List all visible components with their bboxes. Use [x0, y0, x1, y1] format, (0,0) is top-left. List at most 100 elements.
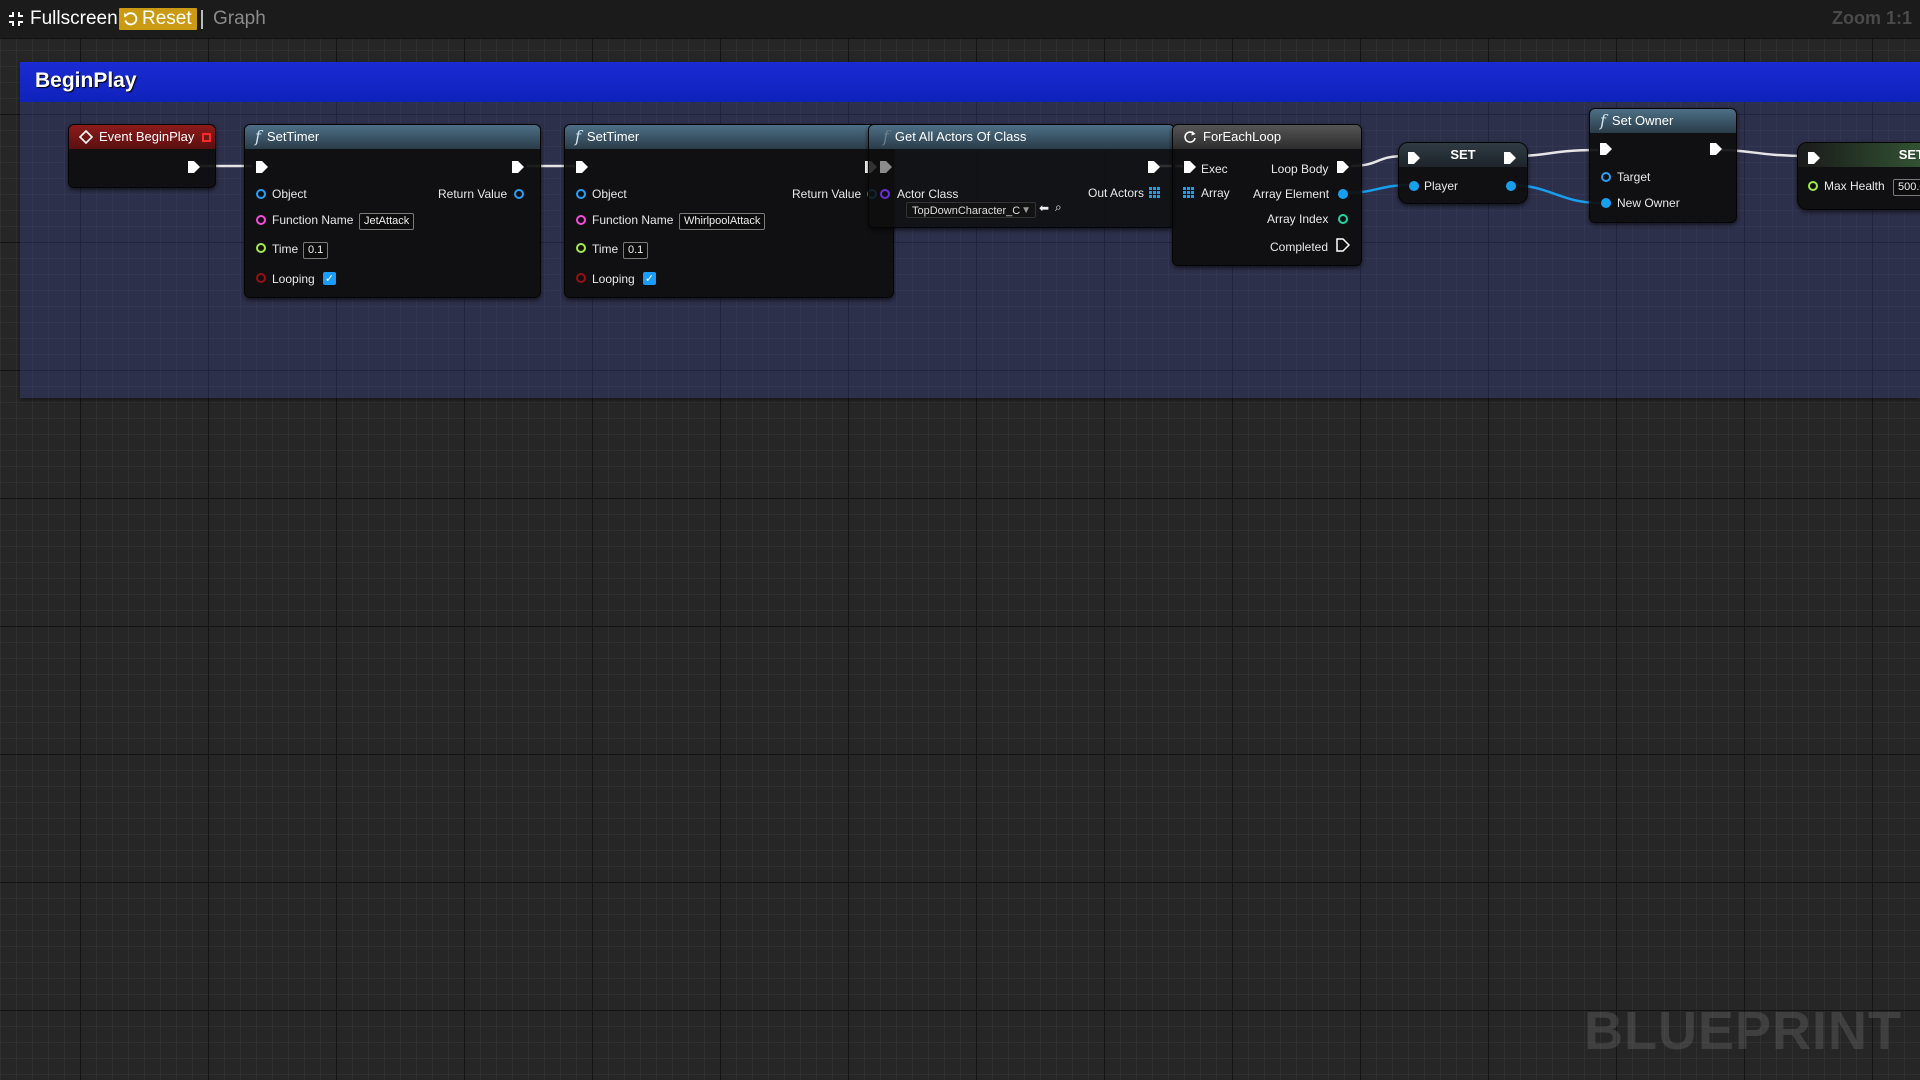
exec-out-pin[interactable] [511, 160, 525, 174]
exec-in-pin[interactable] [1183, 160, 1197, 174]
out-actors-label: Out Actors [1088, 186, 1145, 200]
return-value-label: Return Value [438, 187, 508, 201]
for-each-loop-header: ForEachLoop [1173, 125, 1361, 149]
array-index-label: Array Index [1267, 212, 1329, 226]
exec-in-pin[interactable] [1407, 151, 1421, 165]
new-owner-pin[interactable] [1601, 198, 1611, 208]
dropdown-arrow-icon: ▼ [1021, 205, 1031, 216]
time-label: Time [272, 242, 299, 256]
array-label: Array [1201, 186, 1230, 200]
array-element-label: Array Element [1253, 187, 1330, 201]
function-name-pin[interactable] [256, 215, 266, 225]
actor-class-dropdown[interactable]: TopDownCharacter_C ▼ [906, 202, 1036, 218]
browse-icon[interactable]: ⌕ [1055, 200, 1062, 215]
array-element-pin[interactable] [1338, 189, 1348, 199]
exec-in-pin[interactable] [1807, 151, 1821, 165]
object-label: Object [592, 187, 627, 201]
set-timer-title: SetTimer [586, 129, 640, 144]
for-each-loop-title: ForEachLoop [1203, 129, 1282, 144]
loop-icon [1184, 131, 1196, 143]
looping-pin[interactable] [256, 273, 266, 283]
max-health-input[interactable]: 500.0 [1893, 179, 1920, 196]
set-owner-node[interactable]: f Set Owner Target New Owner [1589, 108, 1737, 223]
max-health-label: Max Health [1824, 179, 1885, 193]
get-all-actors-header: f Get All Actors Of Class [869, 125, 1174, 149]
target-pin[interactable] [1601, 172, 1611, 182]
object-pin[interactable] [576, 189, 586, 199]
use-selected-icon[interactable]: ⬅ [1039, 201, 1049, 215]
player-output-pin[interactable] [1506, 181, 1516, 191]
function-icon: f [883, 127, 889, 146]
output-delegate-pin[interactable] [202, 132, 212, 142]
object-pin[interactable] [256, 189, 266, 199]
set-player-node[interactable]: SET Player [1398, 142, 1528, 204]
comment-title: BeginPlay [35, 69, 137, 92]
max-health-pin[interactable] [1808, 181, 1818, 191]
graph-toolbar: Fullscreen Reset Graph Zoom 1:1 [0, 0, 1920, 39]
return-value-label: Return Value [792, 187, 862, 201]
exec-out-pin[interactable] [1147, 160, 1161, 174]
array-index-pin[interactable] [1338, 214, 1348, 224]
actor-class-pin[interactable] [880, 189, 890, 199]
function-name-input[interactable]: JetAttack [359, 213, 415, 230]
function-name-label: Function Name [272, 213, 354, 227]
looping-label: Looping [272, 272, 315, 286]
exec-label: Exec [1201, 162, 1228, 176]
new-owner-label: New Owner [1617, 196, 1680, 210]
for-each-loop-node[interactable]: ForEachLoop Exec Loop Body Array Array E… [1172, 124, 1362, 266]
time-pin[interactable] [256, 243, 266, 253]
zoom-level: Zoom 1:1 [1831, 8, 1912, 28]
event-beginplay-node[interactable]: Event BeginPlay [68, 124, 216, 188]
time-pin[interactable] [576, 243, 586, 253]
function-icon: f [575, 127, 581, 146]
looping-label: Looping [592, 272, 635, 286]
function-name-input[interactable]: WhirlpoolAttack [679, 213, 766, 230]
looping-pin[interactable] [576, 273, 586, 283]
graph-label: Graph [213, 8, 266, 29]
function-name-pin[interactable] [576, 215, 586, 225]
target-label: Target [1617, 170, 1651, 184]
exec-in-pin[interactable] [575, 160, 589, 174]
get-all-actors-node[interactable]: f Get All Actors Of Class Actor Class Ou… [868, 124, 1175, 228]
loop-body-pin[interactable] [1336, 160, 1350, 174]
set-player-title: SET [1450, 147, 1476, 162]
exec-out-pin[interactable] [187, 160, 201, 174]
player-input-pin[interactable] [1409, 181, 1419, 191]
exec-out-pin[interactable] [1709, 142, 1723, 156]
comment-header[interactable]: BeginPlay [20, 62, 1920, 102]
set-max-health-title: SET [1898, 147, 1920, 162]
set-timer-header: f SetTimer [245, 125, 540, 149]
fullscreen-button[interactable]: Fullscreen [8, 6, 118, 32]
object-label: Object [272, 187, 307, 201]
time-label: Time [592, 242, 619, 256]
exec-out-pin[interactable] [1503, 151, 1517, 165]
actor-class-label: Actor Class [897, 187, 959, 201]
set-timer-header: f SetTimer [565, 125, 893, 149]
completed-pin[interactable] [1336, 238, 1350, 252]
set-timer-title: SetTimer [266, 129, 320, 144]
set-owner-header: f Set Owner [1590, 109, 1736, 133]
looping-checkbox[interactable]: ✓ [643, 272, 656, 285]
loop-body-label: Loop Body [1271, 162, 1329, 176]
looping-checkbox[interactable]: ✓ [323, 272, 336, 285]
completed-label: Completed [1270, 240, 1329, 254]
fullscreen-icon [9, 12, 23, 26]
function-icon: f [1600, 111, 1606, 130]
set-max-health-node[interactable]: SET Max Health 500.0 [1797, 142, 1920, 210]
array-icon[interactable] [1183, 187, 1194, 198]
time-input[interactable]: 0.1 [303, 242, 329, 259]
reset-label: Reset [142, 8, 192, 29]
set-timer-node[interactable]: f SetTimer Object Return Value Function … [564, 124, 894, 298]
reset-button[interactable]: Reset [119, 8, 197, 30]
array-icon[interactable] [1149, 187, 1160, 198]
time-input[interactable]: 0.1 [623, 242, 649, 259]
player-label: Player [1424, 179, 1459, 193]
exec-in-pin[interactable] [879, 160, 893, 174]
return-value-pin[interactable] [514, 189, 524, 199]
exec-in-pin[interactable] [255, 160, 269, 174]
event-icon [79, 130, 93, 144]
set-timer-node[interactable]: f SetTimer Object Return Value Function … [244, 124, 541, 298]
set-owner-title: Set Owner [1611, 113, 1674, 128]
function-icon: f [255, 127, 261, 146]
exec-in-pin[interactable] [1599, 142, 1613, 156]
